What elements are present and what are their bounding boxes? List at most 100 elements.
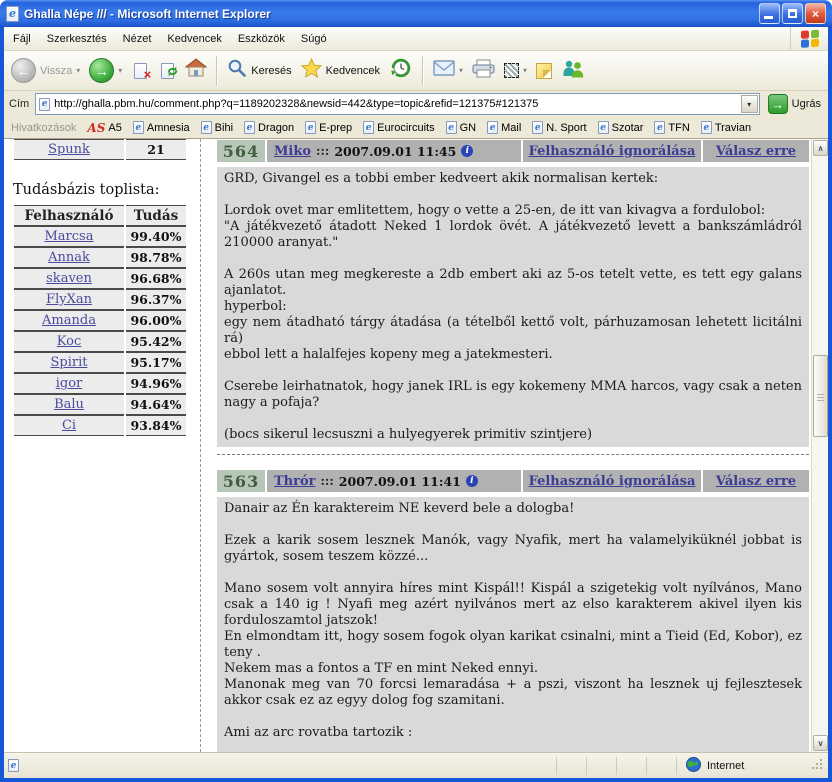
scrollbar-thumb[interactable]: [813, 355, 828, 437]
info-icon[interactable]: i: [461, 145, 473, 157]
link-amnesia[interactable]: eAmnesia: [133, 121, 190, 134]
info-icon[interactable]: i: [466, 475, 478, 487]
user-link[interactable]: Amanda: [42, 313, 96, 328]
author-link[interactable]: Miko: [274, 144, 311, 159]
address-url[interactable]: http://ghalla.pbm.hu/comment.php?q=11892…: [54, 98, 736, 110]
link-dragon[interactable]: eDragon: [244, 121, 294, 134]
mail-icon: [433, 60, 455, 81]
back-dropdown-icon[interactable]: ▾: [76, 66, 80, 75]
user-link[interactable]: Balu: [54, 397, 84, 412]
post-header: 563 Thrór ::: 2007.09.01 11:41 i Felhasz…: [217, 470, 809, 492]
user-link[interactable]: FlyXan: [46, 292, 92, 307]
close-button[interactable]: ×: [805, 3, 826, 24]
ignore-user-link[interactable]: Felhasználó ignorálása: [529, 474, 696, 489]
link-travian[interactable]: eTravian: [701, 121, 751, 134]
link-bihi[interactable]: eBihi: [201, 121, 233, 134]
post-header: 564 Miko ::: 2007.09.01 11:45 i Felhaszn…: [217, 140, 809, 162]
search-label: Keresés: [251, 65, 291, 77]
minimize-button[interactable]: [759, 3, 780, 24]
messenger-button[interactable]: [558, 57, 588, 85]
favorites-button[interactable]: Kedvencek: [298, 56, 383, 85]
post-author-bar: Miko ::: 2007.09.01 11:45 i: [267, 140, 521, 162]
browser-client: Fájl Szerkesztés Nézet Kedvencek Eszközö…: [4, 27, 828, 778]
link-label: E-prep: [319, 122, 352, 134]
discuss-note-icon: [536, 63, 552, 79]
go-button[interactable]: → Ugrás: [766, 94, 823, 114]
ie-page-icon: e: [305, 121, 316, 134]
link-eurocircuits[interactable]: eEurocircuits: [363, 121, 434, 134]
address-input[interactable]: e http://ghalla.pbm.hu/comment.php?q=118…: [35, 93, 759, 115]
ie-page-icon: e: [532, 121, 543, 134]
link-eprep[interactable]: eE-prep: [305, 121, 352, 134]
score-value: 95.42%: [130, 334, 181, 349]
back-icon: ←: [11, 58, 36, 83]
score-value: 96.68%: [130, 271, 181, 286]
link-gn[interactable]: eGN: [446, 121, 477, 134]
menu-tools[interactable]: Eszközök: [231, 30, 292, 48]
link-label: Travian: [715, 122, 751, 134]
mail-dropdown-icon[interactable]: ▾: [459, 66, 463, 75]
search-button[interactable]: Keresés: [224, 56, 294, 85]
user-link[interactable]: Spirit: [51, 355, 88, 370]
stop-button[interactable]: ×: [128, 59, 152, 83]
link-label: N. Sport: [546, 122, 586, 134]
user-link[interactable]: igor: [56, 376, 83, 391]
edit-button[interactable]: ▾: [501, 61, 530, 80]
address-dropdown-button[interactable]: ▾: [741, 95, 758, 113]
print-button[interactable]: [469, 57, 498, 85]
menu-help[interactable]: Súgó: [294, 30, 334, 48]
link-label: TFN: [668, 122, 689, 134]
refresh-button[interactable]: [155, 59, 179, 83]
reply-link[interactable]: Válasz erre: [716, 474, 796, 489]
go-arrow-icon: →: [768, 94, 788, 114]
link-a5[interactable]: AS A5: [87, 121, 121, 135]
menu-edit[interactable]: Szerkesztés: [40, 30, 114, 48]
maximize-button[interactable]: [782, 3, 803, 24]
status-page-icon: e: [8, 759, 19, 772]
user-link[interactable]: Ci: [62, 418, 76, 433]
user-link[interactable]: Annak: [48, 250, 90, 265]
sidebar: Spunk 21 Tudásbázis toplista: Felhasznál…: [10, 139, 194, 436]
ie-page-icon: e: [244, 121, 255, 134]
ignore-user-link[interactable]: Felhasználó ignorálása: [529, 144, 696, 159]
vertical-scrollbar[interactable]: ∧ ∨: [811, 139, 828, 752]
table-header-row: Felhasználó Tudás: [14, 205, 186, 226]
back-button[interactable]: ← Vissza ▾: [8, 56, 83, 85]
reply-cell: Válasz erre: [703, 470, 809, 492]
forward-button[interactable]: → ▾: [86, 56, 125, 85]
status-panel: [586, 757, 616, 775]
scroll-down-button[interactable]: ∨: [813, 735, 828, 751]
discuss-button[interactable]: [533, 61, 555, 81]
user-link[interactable]: skaven: [46, 271, 92, 286]
post-body: GRD, Givangel es a tobbi ember kedveert …: [217, 167, 809, 447]
author-link[interactable]: Thrór: [274, 474, 316, 489]
sidebar-divider: [200, 139, 201, 752]
edit-dropdown-icon[interactable]: ▾: [523, 66, 527, 75]
history-button[interactable]: [386, 54, 416, 87]
user-value: 21: [147, 142, 164, 157]
menu-favorites[interactable]: Kedvencek: [160, 30, 228, 48]
refresh-icon: [166, 65, 179, 83]
reply-link[interactable]: Válasz erre: [716, 144, 796, 159]
mail-button[interactable]: ▾: [430, 58, 466, 83]
menu-view[interactable]: Nézet: [116, 30, 159, 48]
resize-grip[interactable]: [811, 758, 824, 774]
link-label: Bihi: [215, 122, 233, 134]
user-link[interactable]: Koc: [57, 334, 81, 349]
link-label: Amnesia: [147, 122, 190, 134]
user-link[interactable]: Marcsa: [45, 229, 94, 244]
home-button[interactable]: [182, 56, 210, 85]
link-tfn[interactable]: eTFN: [654, 121, 689, 134]
link-nsport[interactable]: eN. Sport: [532, 121, 586, 134]
scroll-up-button[interactable]: ∧: [813, 140, 828, 156]
search-icon: [227, 58, 247, 83]
user-link[interactable]: Spunk: [48, 142, 90, 157]
forward-icon: →: [89, 58, 114, 83]
menu-file[interactable]: Fájl: [6, 30, 38, 48]
link-szotar[interactable]: eSzotar: [598, 121, 644, 134]
close-icon: ×: [812, 7, 819, 21]
title-bar[interactable]: e Ghalla Népe /// - Microsoft Internet E…: [0, 0, 832, 27]
link-mail[interactable]: eMail: [487, 121, 521, 134]
table-row: Marcsa99.40%: [14, 226, 186, 247]
forward-dropdown-icon[interactable]: ▾: [118, 66, 122, 75]
